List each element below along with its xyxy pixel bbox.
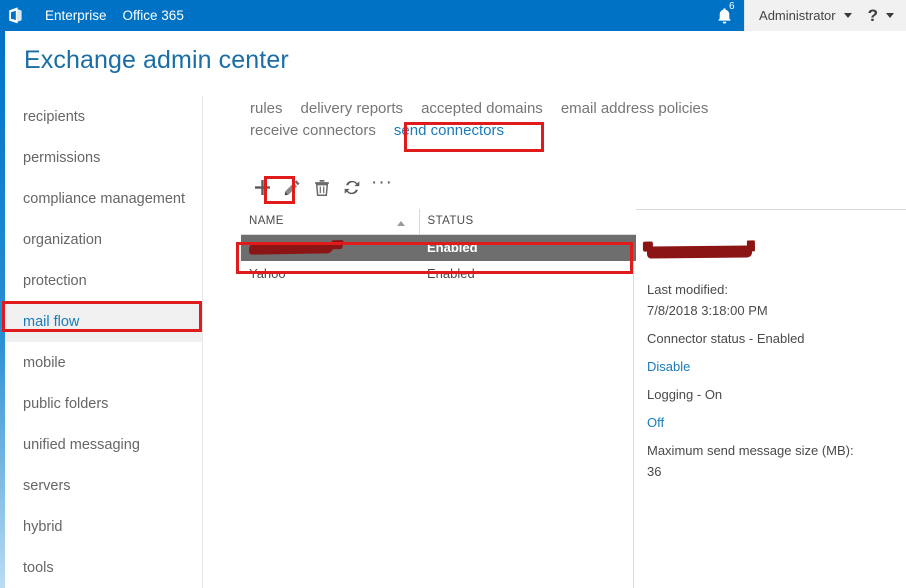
add-button[interactable] (247, 174, 277, 200)
notification-count-badge: 6 (729, 1, 735, 12)
cell-status: Enabled (427, 266, 475, 281)
more-button[interactable]: ··· (367, 173, 397, 200)
sidebar-item-recipients[interactable]: recipients (5, 96, 202, 137)
sidebar-item-permissions[interactable]: permissions (5, 137, 202, 178)
edit-button[interactable] (277, 174, 307, 200)
tab-send-connectors[interactable]: send connectors (392, 121, 506, 140)
sidebar-item-label: mobile (23, 354, 66, 371)
column-header-label: STATUS (427, 215, 474, 227)
details-max-size-label: Maximum send message size (MB): (647, 443, 854, 458)
sidebar-item-label: mail flow (23, 313, 80, 330)
details-connector-status: Connector status - Enabled (647, 331, 805, 346)
exchange-admin-center-window: Enterprise Office 365 6 Administrator ? … (0, 0, 906, 588)
details-pane: Last modified: 7/8/2018 3:18:00 PM Conne… (646, 245, 897, 490)
main-content: rules delivery reports accepted domains … (203, 96, 906, 588)
details-title-redaction-mark (646, 245, 753, 259)
suite-bar: Enterprise Office 365 6 Administrator ? (0, 0, 906, 31)
table-row[interactable]: Yahoo Enabled (241, 261, 636, 287)
details-logging-status: Logging - On (647, 387, 723, 402)
table-header-row: NAME STATUS (241, 209, 636, 235)
page-title: Exchange admin center (24, 46, 289, 74)
trash-icon (315, 179, 329, 196)
send-connectors-table: NAME STATUS Enabled Yahoo Enabled (241, 209, 636, 287)
pencil-icon (284, 179, 300, 195)
sidebar-item-servers[interactable]: servers (5, 465, 202, 506)
details-max-size-value: 36 (647, 464, 662, 479)
sidebar-nav: recipients permissions compliance manage… (5, 96, 203, 588)
sidebar-item-mobile[interactable]: mobile (5, 342, 202, 383)
help-chevron-down-icon[interactable] (886, 13, 894, 18)
sidebar-item-label: hybrid (23, 518, 63, 535)
details-last-modified-label: Last modified: (647, 282, 728, 297)
tab-delivery-reports[interactable]: delivery reports (299, 99, 406, 118)
sidebar-item-mail-flow[interactable]: mail flow (5, 301, 202, 342)
sidebar-item-label: recipients (23, 108, 86, 125)
sidebar-item-label: compliance management (23, 190, 186, 207)
sidebar-item-label: permissions (23, 149, 101, 166)
notifications-button[interactable]: 6 (704, 0, 744, 31)
suite-link-enterprise[interactable]: Enterprise (37, 0, 115, 31)
command-toolbar: ··· (247, 173, 397, 200)
column-header-status[interactable]: STATUS (419, 209, 636, 235)
sidebar-item-tools[interactable]: tools (5, 547, 202, 588)
delete-button[interactable] (307, 174, 337, 200)
details-logging-off-link[interactable]: Off (647, 413, 664, 432)
sidebar-item-label: unified messaging (23, 436, 140, 453)
suite-link-office365[interactable]: Office 365 (115, 0, 192, 31)
sidebar-item-public-folders[interactable]: public folders (5, 383, 202, 424)
tab-accepted-domains[interactable]: accepted domains (419, 99, 545, 118)
plus-icon (254, 179, 270, 195)
details-disable-link[interactable]: Disable (647, 357, 690, 376)
sidebar-item-compliance-management[interactable]: compliance management (5, 178, 202, 219)
sidebar-item-hybrid[interactable]: hybrid (5, 506, 202, 547)
table-row[interactable]: Enabled (241, 234, 636, 261)
redaction-mark (248, 242, 334, 256)
office-logo-icon[interactable] (0, 0, 31, 31)
refresh-icon (344, 180, 360, 194)
column-header-name[interactable]: NAME (241, 209, 420, 235)
cell-name-redacted (241, 234, 419, 261)
sidebar-item-unified-messaging[interactable]: unified messaging (5, 424, 202, 465)
cell-status: Enabled (419, 234, 636, 261)
sidebar-item-protection[interactable]: protection (5, 260, 202, 301)
tab-email-address-policies[interactable]: email address policies (559, 99, 711, 118)
sidebar-item-label: public folders (23, 395, 109, 412)
tab-bar: rules delivery reports accepted domains … (248, 99, 868, 143)
tab-receive-connectors[interactable]: receive connectors (248, 121, 378, 140)
tab-row-first: rules delivery reports accepted domains … (248, 99, 868, 121)
sidebar-item-organization[interactable]: organization (5, 219, 202, 260)
cell-name: Yahoo (249, 266, 286, 281)
sort-ascending-icon (396, 221, 405, 226)
tab-row-second: receive connectors send connectors (248, 121, 868, 143)
details-last-modified-value: 7/8/2018 3:18:00 PM (647, 303, 768, 318)
sidebar-item-label: servers (23, 477, 71, 494)
account-chevron-down-icon[interactable] (843, 13, 852, 18)
details-max-size-block: Maximum send message size (MB): 36 (647, 441, 897, 481)
tab-rules[interactable]: rules (248, 99, 285, 118)
suite-bar-right-group: Administrator ? (744, 0, 906, 31)
details-last-modified-block: Last modified: 7/8/2018 3:18:00 PM (647, 280, 897, 320)
refresh-button[interactable] (337, 174, 367, 200)
help-button[interactable]: ? (868, 7, 878, 24)
sidebar-item-label: organization (23, 231, 102, 248)
account-name-label[interactable]: Administrator (759, 8, 836, 23)
column-header-label: NAME (249, 215, 284, 227)
sidebar-item-label: tools (23, 559, 54, 576)
sidebar-item-label: protection (23, 272, 87, 289)
